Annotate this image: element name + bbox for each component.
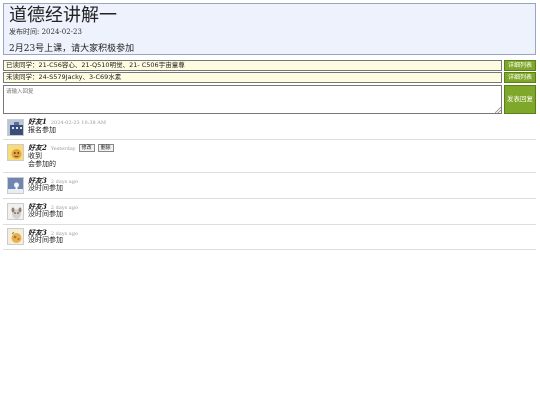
snow-avatar [7, 177, 24, 194]
post-notice: 2月23号上课，请大家积极参加 [9, 44, 135, 54]
unread-names: 24-S579Jacky、3-C69水素 [38, 73, 122, 81]
comment-text: 没时间参加 [28, 184, 63, 192]
read-detail-button[interactable]: 详细列表 [504, 60, 536, 71]
publish-date-value: 2024-02-23 [41, 28, 82, 36]
publish-date: 发布时间: 2024-02-23 [9, 27, 82, 37]
read-students-bar: 已读同学：21-C56容心、21-Q510明觉、21- C506宇宙童尊 [3, 60, 502, 71]
resize-handle[interactable] [495, 107, 501, 113]
comment-text: 没时间参加 [28, 236, 63, 244]
comment-item: 好友1 2024-02-23 10:38 AM 报名参加 [3, 115, 536, 140]
author-name: 好友2 [28, 143, 47, 152]
comment-time: Yesterday [50, 146, 76, 152]
post-reply-button[interactable]: 发表回复 [504, 85, 536, 114]
comment-item: 好友3 2 days ago 没时间参加 [3, 200, 536, 225]
read-names: 21-C56容心、21-Q510明觉、21- C506宇宙童尊 [38, 61, 185, 69]
comment-item: 好友2 Yesterday 修改 删除 收到 会参加的 [3, 141, 536, 173]
publish-date-label: 发布时间: [9, 28, 40, 36]
unread-label: 未读同学： [6, 73, 39, 81]
unread-detail-button[interactable]: 详细列表 [504, 72, 536, 83]
reply-input[interactable] [3, 85, 502, 114]
building-avatar [7, 119, 24, 136]
comment-time: 2024-02-23 10:38 AM [50, 120, 107, 126]
cartoon-avatar [7, 144, 24, 161]
comment-text: 收到 [28, 152, 42, 160]
author-name: 好友1 [28, 117, 47, 126]
page-title: 道德经讲解一 [9, 5, 117, 26]
edit-button[interactable]: 修改 [78, 144, 95, 152]
comment-item: 好友3 2 days ago 没时间参加 [3, 226, 536, 250]
puppy-avatar [7, 203, 24, 220]
comment-text: 没时间参加 [28, 210, 63, 218]
food-avatar [7, 228, 24, 245]
delete-button[interactable]: 删除 [97, 144, 114, 152]
comment-text: 会参加的 [28, 160, 56, 168]
post-header: 道德经讲解一 发布时间: 2024-02-23 2月23号上课，请大家积极参加 [3, 3, 536, 55]
comment-text: 报名参加 [28, 126, 56, 134]
unread-students-bar: 未读同学：24-S579Jacky、3-C69水素 [3, 72, 502, 83]
comment-item: 好友3 2 days ago 没时间参加 [3, 174, 536, 199]
read-label: 已读同学： [6, 61, 39, 69]
